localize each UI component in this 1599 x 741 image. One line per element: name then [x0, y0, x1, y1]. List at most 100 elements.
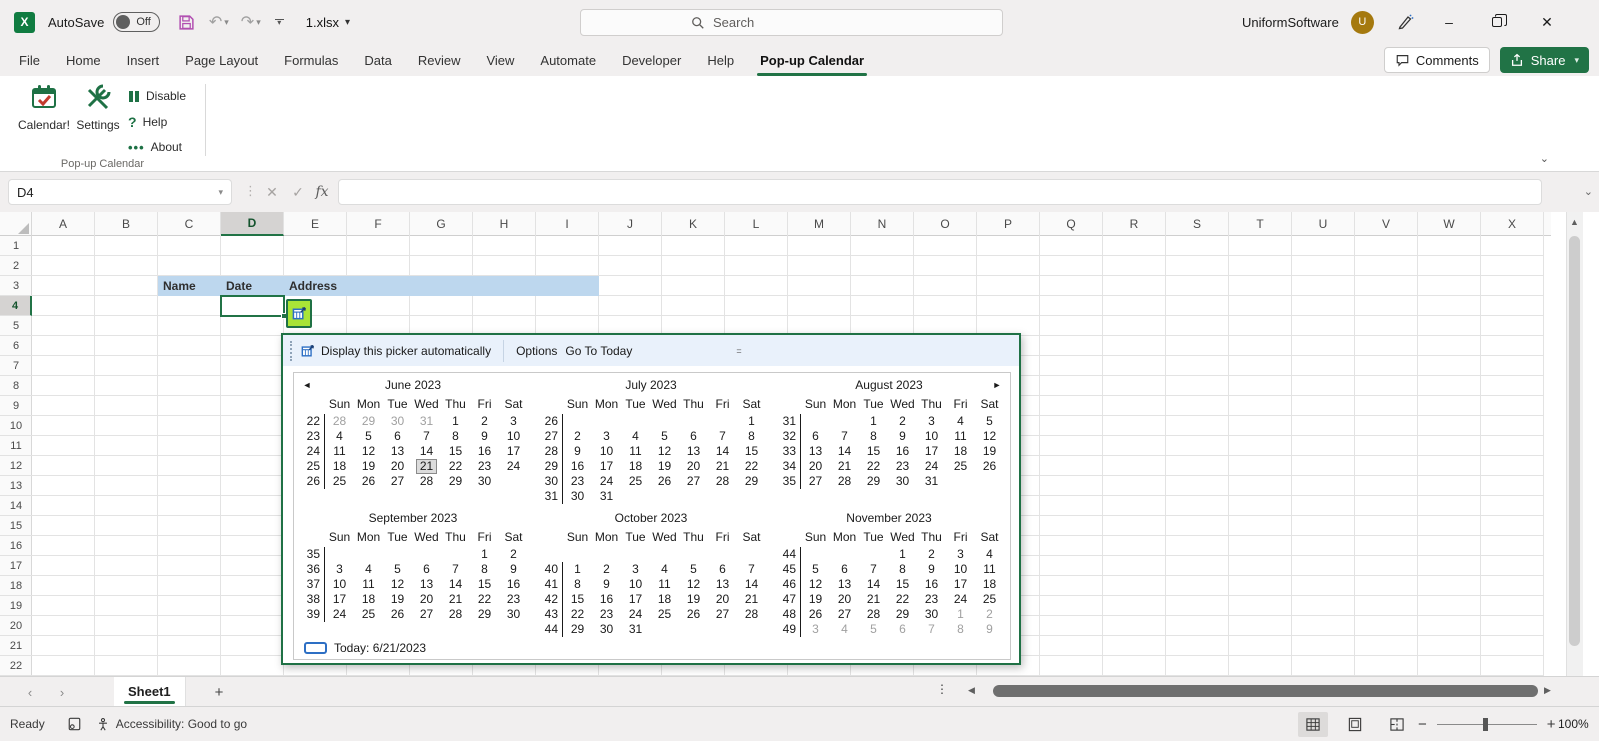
calendar-day[interactable]: 18: [621, 459, 650, 474]
calendar-day[interactable]: 20: [412, 592, 441, 607]
calendar-day[interactable]: 23: [470, 459, 499, 474]
calendar-day[interactable]: [679, 414, 708, 429]
calendar-day[interactable]: [737, 489, 766, 504]
calendar-day[interactable]: 27: [708, 607, 737, 622]
calendar-day[interactable]: [592, 414, 621, 429]
calendar-day[interactable]: 24: [946, 592, 975, 607]
column-header-D[interactable]: D: [221, 212, 284, 236]
calendar-day[interactable]: [621, 414, 650, 429]
row-header-12[interactable]: 12: [0, 456, 32, 476]
avatar[interactable]: U: [1351, 11, 1374, 34]
cell-C3[interactable]: Name: [163, 276, 196, 296]
calendar-day[interactable]: 7: [412, 429, 441, 444]
calendar-day[interactable]: 11: [975, 562, 1004, 577]
row-header-2[interactable]: 2: [0, 256, 32, 276]
add-sheet-button[interactable]: +: [208, 681, 230, 703]
calendar-day[interactable]: 23: [917, 592, 946, 607]
calendar-day[interactable]: 21: [737, 592, 766, 607]
zoom-out-button[interactable]: −: [1418, 716, 1427, 733]
column-header-F[interactable]: F: [347, 212, 410, 236]
calendar-day[interactable]: 21: [830, 459, 859, 474]
calendar-day[interactable]: 26: [975, 459, 1004, 474]
next-sheet-button[interactable]: ›: [50, 682, 74, 702]
calendar-day[interactable]: 1: [888, 547, 917, 562]
zoom-slider-thumb[interactable]: [1483, 718, 1488, 731]
calendar-day[interactable]: 14: [859, 577, 888, 592]
calendar-day[interactable]: 1: [859, 414, 888, 429]
calendar-day[interactable]: 29: [354, 414, 383, 429]
calendar-day[interactable]: 17: [499, 444, 528, 459]
calendar-day[interactable]: [737, 547, 766, 562]
calendar-day[interactable]: [737, 622, 766, 637]
horizontal-scrollbar-thumb[interactable]: [993, 685, 1538, 697]
calendar-day[interactable]: 30: [499, 607, 528, 622]
row-header-20[interactable]: 20: [0, 616, 32, 636]
calendar-day[interactable]: 30: [470, 474, 499, 489]
row-header-6[interactable]: 6: [0, 336, 32, 356]
row-header-15[interactable]: 15: [0, 516, 32, 536]
customize-quick-access-button[interactable]: ▾: [275, 19, 284, 26]
excel-app-icon[interactable]: X: [14, 12, 35, 33]
calendar-day[interactable]: 8: [888, 562, 917, 577]
row-header-16[interactable]: 16: [0, 536, 32, 556]
calendar-day[interactable]: 26: [679, 607, 708, 622]
calendar-day[interactable]: 8: [563, 577, 592, 592]
calendar-day[interactable]: 25: [621, 474, 650, 489]
search-input[interactable]: Search: [580, 9, 1003, 36]
calendar-day[interactable]: 31: [592, 489, 621, 504]
column-header-Q[interactable]: Q: [1040, 212, 1103, 236]
tab-developer[interactable]: Developer: [609, 44, 694, 76]
calendar-day[interactable]: 27: [679, 474, 708, 489]
calendar-day[interactable]: 6: [830, 562, 859, 577]
settings-button[interactable]: Settings: [72, 82, 124, 156]
calendar-day[interactable]: 20: [383, 459, 412, 474]
previous-sheet-button[interactable]: ‹: [18, 682, 42, 702]
calendar-day[interactable]: 25: [325, 474, 354, 489]
calendar-day[interactable]: 9: [499, 562, 528, 577]
name-box-dropdown-icon[interactable]: ▾: [218, 187, 223, 198]
selected-cell-D4[interactable]: [220, 295, 285, 317]
calendar-day[interactable]: 5: [679, 562, 708, 577]
row-header-17[interactable]: 17: [0, 556, 32, 576]
calendar-day[interactable]: 13: [679, 444, 708, 459]
calendar-day[interactable]: 19: [679, 592, 708, 607]
calendar-day[interactable]: 18: [650, 592, 679, 607]
calendar-day[interactable]: 13: [830, 577, 859, 592]
scroll-up-icon[interactable]: ▲: [1566, 214, 1583, 230]
column-header-N[interactable]: N: [851, 212, 914, 236]
row-header-4[interactable]: 4: [0, 296, 32, 316]
calendar-day[interactable]: 28: [859, 607, 888, 622]
calendar-day[interactable]: [708, 489, 737, 504]
calendar-day[interactable]: 26: [801, 607, 830, 622]
calendar-day[interactable]: 22: [888, 592, 917, 607]
tabbar-more-handle[interactable]: ⋮: [936, 682, 948, 696]
row-header-9[interactable]: 9: [0, 396, 32, 416]
calendar-day[interactable]: 29: [563, 622, 592, 637]
tab-insert[interactable]: Insert: [114, 44, 173, 76]
column-header-G[interactable]: G: [410, 212, 473, 236]
about-button[interactable]: ••• About: [128, 136, 182, 158]
tab-pop-up-calendar[interactable]: Pop-up Calendar: [747, 44, 877, 76]
column-header-K[interactable]: K: [662, 212, 725, 236]
calendar-day[interactable]: 26: [354, 474, 383, 489]
calendar-day[interactable]: 17: [917, 444, 946, 459]
calendar-day[interactable]: [592, 547, 621, 562]
calendar-day[interactable]: 10: [917, 429, 946, 444]
calendar-day[interactable]: 19: [383, 592, 412, 607]
calendar-day[interactable]: [383, 547, 412, 562]
calendar-day[interactable]: [801, 414, 830, 429]
calendar-day[interactable]: 24: [621, 607, 650, 622]
calendar-day[interactable]: 14: [830, 444, 859, 459]
row-header-13[interactable]: 13: [0, 476, 32, 496]
calendar-day[interactable]: 28: [737, 607, 766, 622]
calendar-day[interactable]: 3: [325, 562, 354, 577]
tab-review[interactable]: Review: [405, 44, 474, 76]
workbook-title[interactable]: 1.xlsx: [306, 15, 339, 30]
zoom-slider[interactable]: [1437, 724, 1537, 725]
record-macro-button[interactable]: [67, 717, 82, 731]
share-dropdown-icon[interactable]: ▾: [1574, 55, 1579, 66]
row-header-21[interactable]: 21: [0, 636, 32, 656]
calendar-day[interactable]: 4: [621, 429, 650, 444]
calendar-day[interactable]: 16: [888, 444, 917, 459]
calendar-day[interactable]: 5: [383, 562, 412, 577]
